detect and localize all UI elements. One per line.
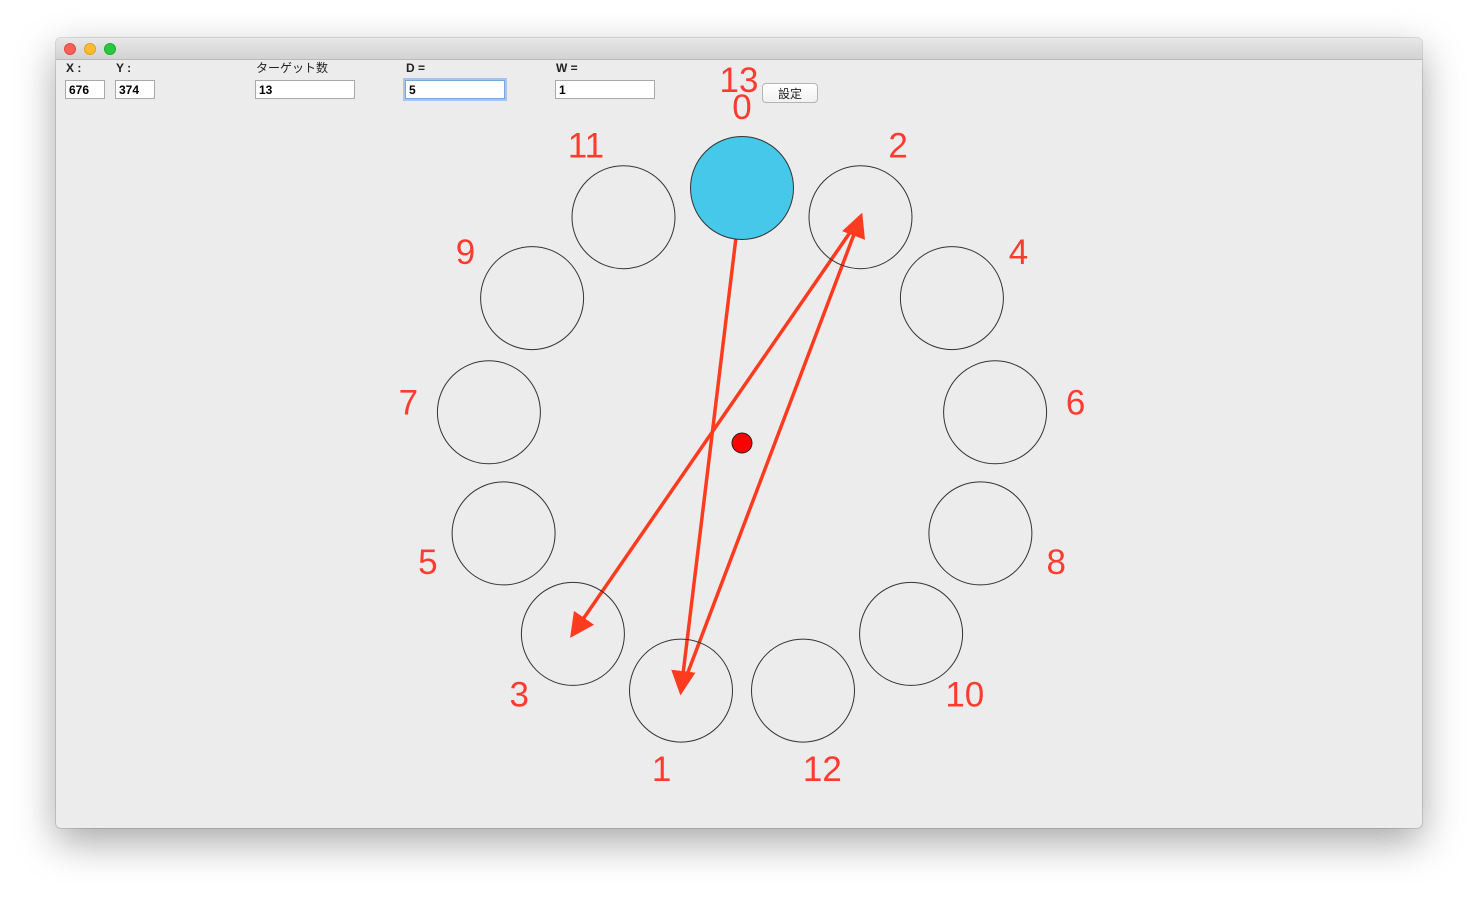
target-label-10: 10 (945, 676, 984, 715)
arrow-layer (570, 187, 866, 696)
target-circle-9[interactable] (480, 246, 585, 351)
target-label-7: 7 (399, 384, 418, 423)
app-window: X : Y : ターゲット数 D = W = 設定 13 01234567891… (56, 38, 1422, 828)
target-label-2: 2 (888, 127, 907, 166)
close-window-icon[interactable] (64, 43, 76, 55)
target-label-9: 9 (456, 233, 475, 272)
target-circle-0[interactable] (690, 136, 794, 240)
target-circle-12[interactable] (751, 638, 855, 743)
target-circle-6[interactable] (943, 360, 1048, 465)
target-circle-10[interactable] (859, 581, 964, 686)
target-label-3: 3 (509, 676, 528, 715)
center-dot (731, 432, 753, 454)
target-label-4: 4 (1009, 233, 1028, 272)
target-circle-7[interactable] (436, 360, 541, 465)
target-label-8: 8 (1046, 543, 1065, 582)
movement-arrow-1-to-2 (679, 212, 866, 692)
target-label-6: 6 (1066, 384, 1085, 423)
target-circle-4[interactable] (899, 246, 1004, 351)
target-circle-11[interactable] (571, 165, 676, 270)
target-circle-8[interactable] (928, 481, 1033, 586)
target-label-12: 12 (803, 750, 842, 789)
zoom-window-icon[interactable] (104, 43, 116, 55)
minimize-window-icon[interactable] (84, 43, 96, 55)
target-circle-5[interactable] (451, 481, 556, 586)
target-label-1: 1 (652, 750, 671, 789)
target-canvas[interactable]: 13 0123456789101112 (56, 60, 1422, 828)
target-label-0: 0 (732, 88, 751, 127)
movement-arrow-2-to-3 (570, 216, 862, 638)
title-bar (56, 38, 1422, 60)
main-content: X : Y : ターゲット数 D = W = 設定 13 01234567891… (56, 60, 1422, 828)
target-label-11: 11 (568, 127, 604, 166)
target-label-5: 5 (418, 543, 437, 582)
